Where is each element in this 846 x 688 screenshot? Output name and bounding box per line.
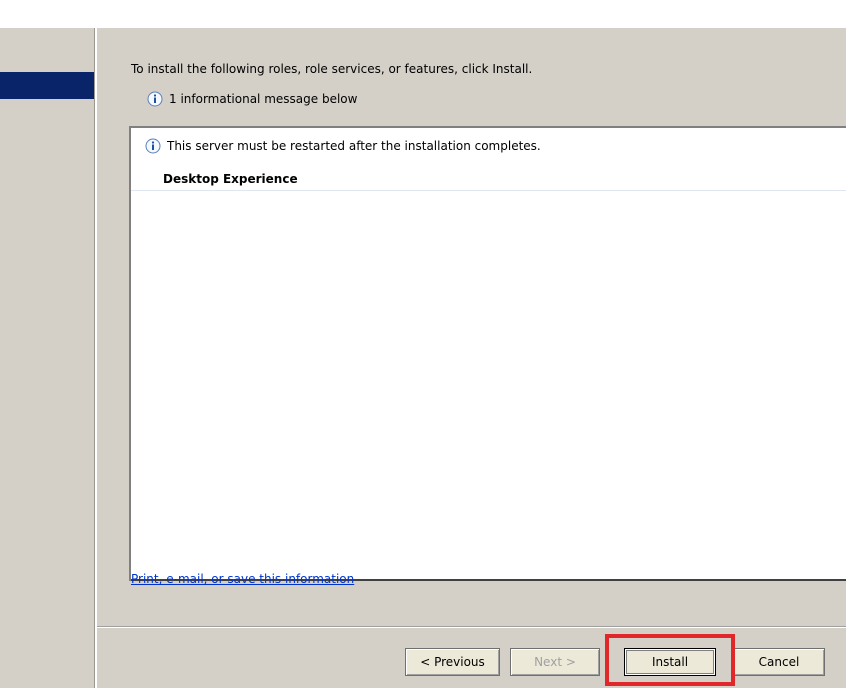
add-features-wizard: To install the following roles, role ser… xyxy=(0,0,846,688)
install-instruction: To install the following roles, role ser… xyxy=(131,62,533,76)
cancel-button[interactable]: Cancel xyxy=(733,648,825,676)
restart-warning-text: This server must be restarted after the … xyxy=(167,139,541,153)
info-icon xyxy=(145,138,161,154)
info-summary: 1 informational message below xyxy=(147,91,357,107)
feature-name: Desktop Experience xyxy=(163,172,298,186)
feature-divider xyxy=(131,190,846,191)
next-button[interactable]: Next > xyxy=(510,648,600,676)
confirmation-results: This server must be restarted after the … xyxy=(129,126,846,581)
previous-button[interactable]: < Previous xyxy=(405,648,500,676)
print-save-link[interactable]: Print, e-mail, or save this information xyxy=(131,572,354,586)
info-summary-text: 1 informational message below xyxy=(169,92,358,106)
wizard-content: To install the following roles, role ser… xyxy=(97,28,846,688)
title-area xyxy=(0,0,846,28)
button-bar-divider xyxy=(97,626,846,628)
info-icon xyxy=(147,91,163,107)
wizard-step-nav xyxy=(0,28,94,688)
install-button[interactable]: Install xyxy=(624,648,716,676)
wizard-step-selected[interactable] xyxy=(0,72,94,99)
restart-warning: This server must be restarted after the … xyxy=(145,138,541,154)
